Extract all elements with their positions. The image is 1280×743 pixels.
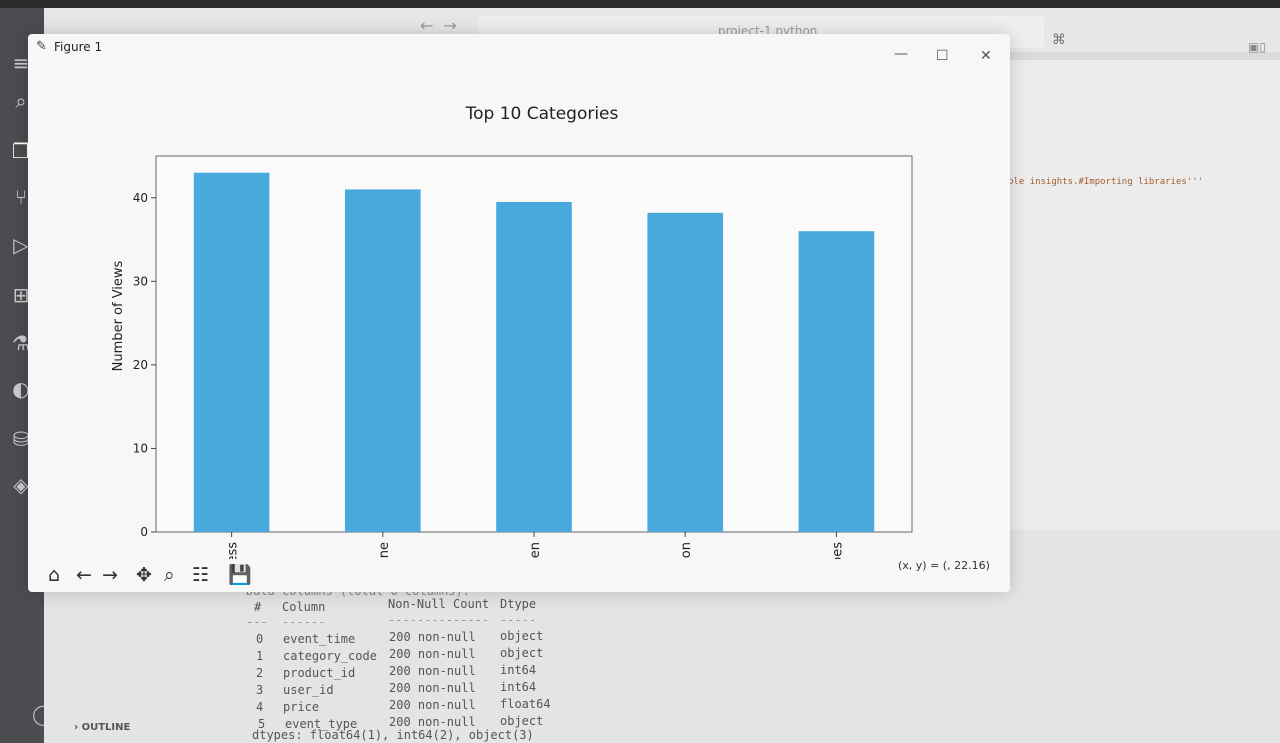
x-tick-label-1: phone — [377, 542, 392, 559]
chart-title: Top 10 Categories — [465, 104, 619, 124]
dash-index: --- — [246, 615, 268, 629]
bar-4 — [798, 231, 875, 532]
x-tick-label-4: shoes — [830, 542, 845, 559]
configure-icon[interactable]: ☷ — [192, 562, 209, 588]
plot-area: itness phone itchen fiction shoes 0 10 20 30 40 — [133, 155, 913, 559]
row-2-nonnull: 200 non-null — [389, 664, 476, 678]
col-header-nonnull: Non-Null Count — [388, 597, 490, 611]
dash-column: ------ — [282, 615, 326, 629]
minimize-button[interactable]: — — [894, 46, 908, 62]
y-tick-label-0: 0 — [140, 525, 148, 539]
close-button[interactable]: ✕ — [980, 48, 992, 64]
y-tick-label-1: 10 — [133, 441, 148, 455]
dtypes-summary: dtypes: float64(1), int64(2), object(3) — [252, 728, 534, 742]
row-5-dtype: object — [500, 714, 544, 728]
col-header-index: # — [254, 600, 262, 614]
code-line: ble insights.#Importing libraries''' — [1008, 177, 1204, 187]
editor-area — [1000, 60, 1280, 530]
bar-0 — [193, 172, 270, 532]
y-tick-label-3: 30 — [133, 274, 148, 288]
row-1-column: category_code — [283, 649, 377, 663]
back-icon[interactable]: ← — [76, 562, 92, 588]
row-3-nonnull: 200 non-null — [389, 681, 476, 695]
x-tick-label-0: itness — [226, 542, 241, 559]
row-3-index: 3 — [256, 683, 264, 697]
home-icon[interactable]: ⌂ — [48, 562, 60, 588]
save-icon[interactable]: 💾 — [228, 562, 252, 588]
row-0-nonnull: 200 non-null — [389, 630, 476, 644]
row-5-nonnull: 200 non-null — [389, 715, 476, 729]
pan-icon[interactable]: ✥ — [136, 562, 152, 588]
maximize-button[interactable]: ☐ — [936, 48, 949, 64]
row-1-nonnull: 200 non-null — [389, 647, 476, 661]
col-header-column: Column — [282, 600, 326, 614]
figure-title: Figure 1 — [54, 40, 103, 54]
dash-dtype: ----- — [500, 613, 537, 627]
bar-1 — [345, 189, 421, 532]
y-axis-label: Number of Views — [111, 260, 126, 371]
row-3-column: user_id — [283, 683, 334, 697]
chart: Top 10 Categories itness phone itchen ficti… — [111, 104, 913, 559]
row-1-dtype: object — [500, 646, 544, 660]
bar-3 — [647, 212, 723, 532]
col-header-dtype: Dtype — [500, 597, 537, 611]
figure-window: ✎ Figure 1 — ☐ ✕ Top 10 Categories itnes… — [28, 34, 1010, 592]
x-tick-label-2: itchen — [528, 542, 543, 559]
row-4-column: price — [283, 700, 320, 714]
zoom-icon[interactable]: ⌕ — [164, 562, 175, 588]
row-1-index: 1 — [256, 649, 264, 663]
outline-section[interactable]: › OUTLINE — [74, 722, 130, 733]
outline-label: OUTLINE — [81, 722, 131, 733]
row-4-index: 4 — [256, 700, 264, 714]
forward-icon[interactable]: → — [102, 562, 118, 588]
coordinate-readout: (x, y) = (, 22.16) — [898, 559, 990, 572]
navigation-arrows[interactable]: ←→ — [420, 16, 467, 35]
row-0-column: event_time — [283, 632, 356, 646]
x-tick-label-3: fiction — [679, 542, 694, 559]
y-tick-label-4: 40 — [133, 191, 148, 205]
copilot-icon[interactable]: ⌘ — [1052, 32, 1066, 48]
row-4-nonnull: 200 non-null — [389, 698, 476, 712]
bar-2 — [496, 201, 572, 532]
row-2-dtype: int64 — [500, 663, 537, 677]
row-3-dtype: int64 — [500, 680, 537, 694]
row-2-column: product_id — [283, 666, 356, 680]
figure-titlebar[interactable]: ✎ Figure 1 — ☐ ✕ — [28, 34, 1010, 64]
y-tick-label-2: 20 — [133, 358, 148, 372]
row-0-index: 0 — [256, 632, 264, 646]
screen-bezel — [0, 0, 1280, 8]
layout-toggle-icon[interactable]: ▣▯ — [1248, 40, 1266, 54]
dash-nonnull: -------------- — [388, 613, 490, 627]
row-4-dtype: float64 — [500, 697, 551, 711]
matplotlib-icon: ✎ — [36, 39, 47, 54]
row-2-index: 2 — [256, 666, 264, 680]
row-0-dtype: object — [500, 629, 544, 643]
